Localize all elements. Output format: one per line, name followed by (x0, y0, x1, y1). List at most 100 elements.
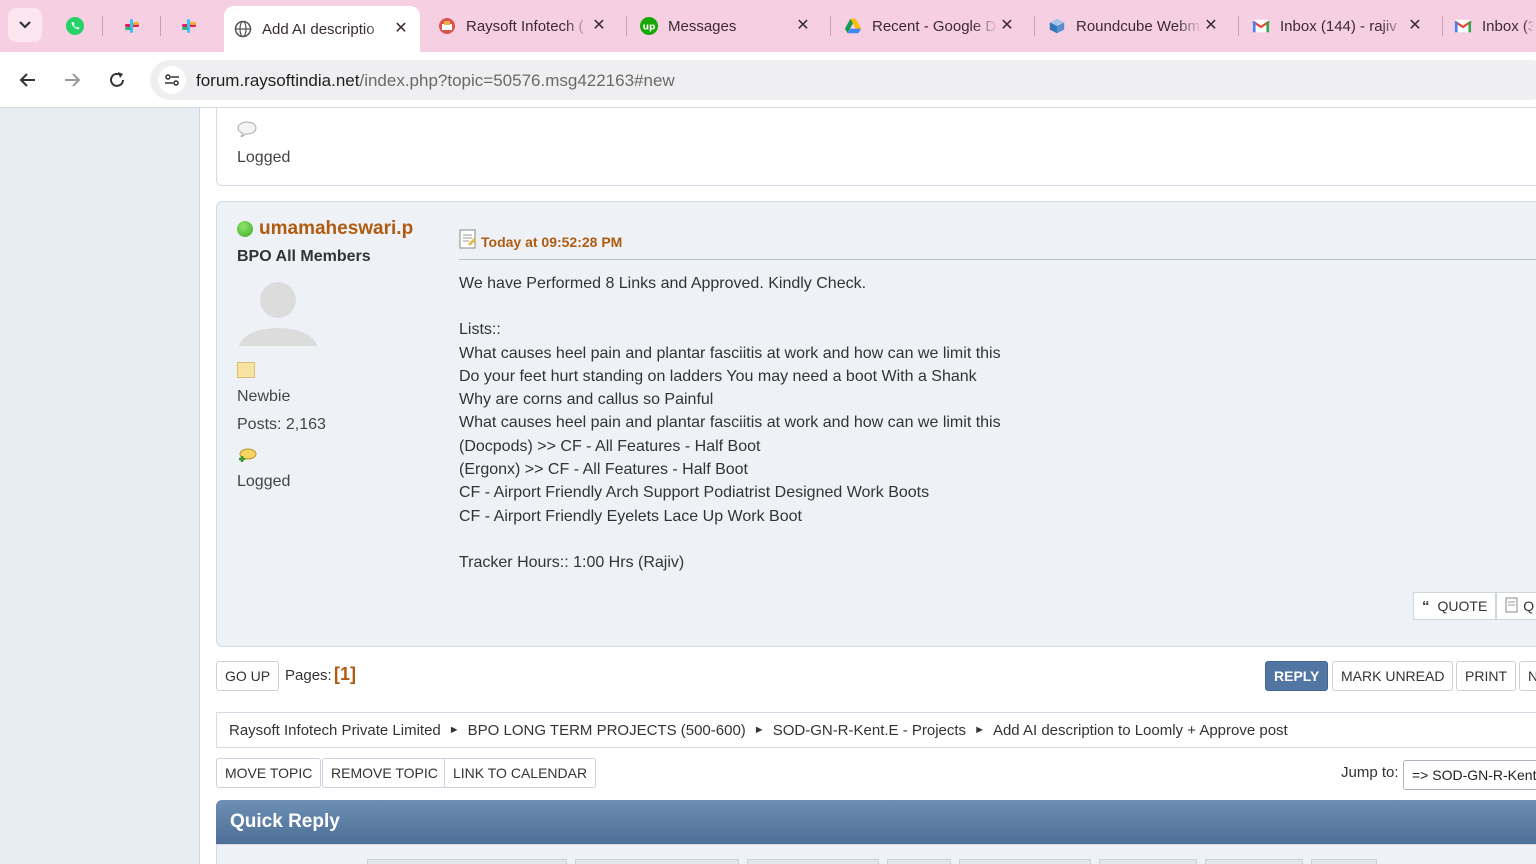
mark-unread-button[interactable]: MARK UNREAD (1332, 661, 1454, 691)
breadcrumb-separator: ► (974, 724, 985, 736)
rank-star-icon (237, 362, 255, 378)
tracker-hours: Tracker Hours:: 1:00 Hrs (Rajiv) (459, 553, 685, 571)
pinned-tab-whatsapp[interactable] (57, 10, 93, 42)
breadcrumb-item[interactable]: BPO LONG TERM PROJECTS (500-600) (468, 722, 746, 739)
quick-quote-button[interactable]: Q (1496, 592, 1536, 620)
pinned-tab-slack-1[interactable] (114, 10, 150, 42)
tab-gmail-inbox-3[interactable]: Inbox (3 (1444, 7, 1536, 45)
tab-search-button[interactable] (8, 8, 42, 42)
breadcrumb-item[interactable]: SOD-GN-R-Kent.E - Projects (773, 722, 966, 739)
forward-button[interactable] (56, 64, 88, 96)
pinned-tab-slack-2[interactable] (171, 10, 207, 42)
list-item: Why are corns and callus so Painful (459, 391, 714, 409)
close-icon[interactable]: ✕ (794, 17, 812, 35)
close-icon[interactable]: ✕ (1406, 17, 1424, 35)
chevron-down-icon (19, 21, 31, 29)
browser-tab-bar: Add AI descriptio ✕ Raysoft Infotech ( ✕… (0, 0, 1536, 52)
tab-title: Messages (668, 17, 737, 35)
breadcrumb-separator: ► (753, 724, 765, 736)
back-button[interactable] (12, 64, 44, 96)
slack-icon (182, 19, 196, 33)
lists-label: Lists:: (459, 321, 501, 339)
close-icon[interactable]: ✕ (590, 17, 608, 35)
reload-button[interactable] (101, 64, 133, 96)
remove-topic-button[interactable]: REMOVE TOPIC (322, 758, 447, 788)
gmail-icon (1252, 17, 1270, 35)
svg-text:up: up (643, 23, 656, 33)
breadcrumb-item[interactable]: Raysoft Infotech Private Limited (229, 722, 441, 739)
default-avatar-icon (239, 282, 317, 346)
online-status-icon (237, 221, 253, 237)
jump-to-label: Jump to: (1341, 764, 1399, 781)
member-group: BPO All Members (237, 248, 371, 265)
list-item: What causes heel pain and plantar fascii… (459, 344, 1001, 362)
quote-icon: “ (1422, 597, 1430, 615)
google-drive-icon (844, 17, 862, 35)
browser-toolbar: forum.raysoftindia.net/index.php?topic=5… (0, 52, 1536, 108)
karma-icon[interactable] (237, 448, 437, 469)
breadcrumb-item[interactable]: Add AI description to Loomly + Approve p… (993, 722, 1288, 739)
whatsapp-icon (66, 17, 84, 35)
move-topic-button[interactable]: MOVE TOPIC (216, 758, 322, 788)
forum-post: umamaheswari.p BPO All Members Newbie Po… (216, 201, 1536, 647)
previous-post-footer: Logged (216, 108, 1536, 186)
arrow-right-icon (65, 73, 81, 87)
url-text: forum.raysoftindia.net/index.php?topic=5… (196, 71, 675, 91)
raysoft-icon (438, 17, 456, 35)
forum-page: Logged umamaheswari.p BPO All Members Ne… (0, 108, 1536, 864)
list-item: CF - Airport Friendly Eyelets Lace Up Wo… (459, 507, 802, 525)
arrow-left-icon (19, 73, 35, 87)
close-icon[interactable]: ✕ (392, 20, 410, 38)
slack-icon (125, 19, 139, 33)
post-intro: We have Performed 8 Links and Approved. … (459, 275, 867, 292)
member-rank: Newbie (237, 388, 291, 405)
logged-label: Logged (237, 473, 291, 490)
site-info-icon[interactable] (158, 66, 186, 94)
post-count: Posts: 2,163 (237, 416, 326, 433)
current-page[interactable]: [1] (334, 664, 356, 685)
poster-username[interactable]: umamaheswari.p (259, 218, 413, 240)
tab-add-ai-description[interactable]: Add AI descriptio ✕ (224, 6, 420, 52)
reload-icon (110, 72, 124, 87)
go-up-button[interactable]: GO UP (216, 661, 280, 691)
tab-title: Add AI descriptio (262, 20, 375, 38)
breadcrumb-separator: ► (448, 724, 460, 736)
tab-title: Roundcube Webm (1076, 17, 1200, 35)
tab-title: Recent - Google D (872, 17, 997, 35)
left-sidebar (0, 108, 200, 864)
tab-messages[interactable]: up Messages ✕ (630, 7, 822, 45)
address-bar[interactable]: forum.raysoftindia.net/index.php?topic=5… (150, 60, 1536, 100)
tab-roundcube[interactable]: Roundcube Webm ✕ (1038, 7, 1230, 45)
close-icon[interactable]: ✕ (1202, 17, 1220, 35)
logged-label: Logged (237, 149, 291, 166)
tab-gmail-inbox-144[interactable]: Inbox (144) - rajiv ✕ (1242, 7, 1434, 45)
list-item: (Ergonx) >> CF - All Features - Half Boo… (459, 461, 748, 479)
quick-reply-header[interactable]: Quick Reply (216, 800, 1536, 844)
pagination-row: GO UP Pages: [1] REPLY MARK UNREAD PRINT… (216, 661, 1536, 691)
list-item: (Docpods) >> CF - All Features - Half Bo… (459, 437, 761, 455)
gmail-icon (1454, 17, 1472, 35)
post-body: We have Performed 8 Links and Approved. … (459, 272, 1536, 574)
link-to-calendar-button[interactable]: LINK TO CALENDAR (444, 758, 597, 788)
post-timestamp[interactable]: Today at 09:52:28 PM (481, 234, 622, 250)
list-item: CF - Airport Friendly Arch Support Podia… (459, 484, 930, 502)
tab-title: Inbox (3 (1482, 17, 1534, 35)
tab-raysoft-infotech[interactable]: Raysoft Infotech ( ✕ (428, 7, 618, 45)
speech-bubble-icon (237, 121, 259, 142)
close-icon[interactable]: ✕ (998, 17, 1016, 35)
quick-reply-title: Quick Reply (230, 811, 340, 832)
upwork-icon: up (640, 17, 658, 35)
quick-reply-editor (216, 844, 1536, 864)
quote-button[interactable]: “ QUOTE (1413, 592, 1497, 620)
moderation-row: MOVE TOPIC REMOVE TOPIC LINK TO CALENDAR… (216, 758, 1536, 790)
globe-icon (234, 20, 252, 38)
reply-button[interactable]: REPLY (1265, 661, 1329, 691)
list-item: Do your feet hurt standing on ladders Yo… (459, 367, 977, 385)
jump-to-select[interactable]: => SOD-GN-R-Kent (1403, 760, 1536, 790)
more-button[interactable]: N (1519, 661, 1536, 691)
roundcube-icon (1048, 17, 1066, 35)
tab-google-drive[interactable]: Recent - Google D ✕ (834, 7, 1026, 45)
url-path: /index.php?topic=50576.msg422163#new (359, 71, 675, 90)
quote-document-icon (1505, 597, 1519, 616)
print-button[interactable]: PRINT (1456, 661, 1516, 691)
